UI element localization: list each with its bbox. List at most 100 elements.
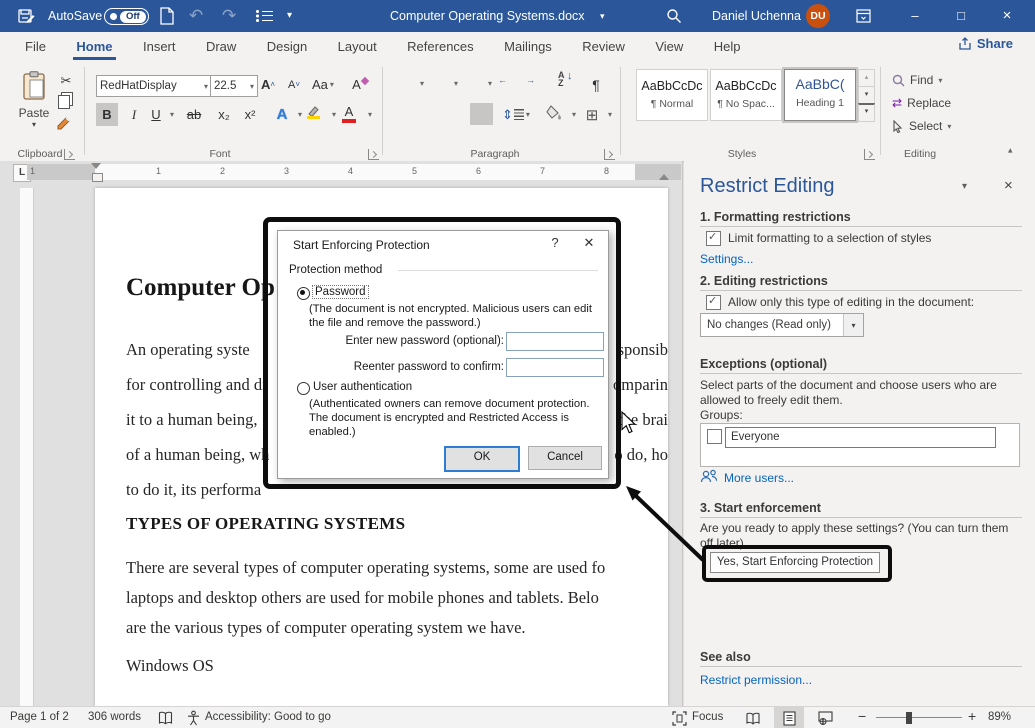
paragraph-dialog-launcher-icon[interactable]	[604, 149, 615, 160]
share-button[interactable]: Share	[958, 36, 1013, 51]
cancel-button[interactable]: Cancel	[528, 446, 602, 470]
zoom-slider-thumb[interactable]	[906, 712, 912, 724]
title-chevron-icon[interactable]: ▾	[600, 0, 605, 32]
highlight-chevron-icon[interactable]: ▾	[324, 103, 344, 126]
tab-design[interactable]: Design	[254, 32, 320, 60]
ribbon-display-options-icon[interactable]	[856, 9, 871, 23]
search-icon[interactable]	[666, 8, 682, 24]
new-document-icon[interactable]	[160, 7, 174, 25]
allow-editing-checkbox[interactable]	[706, 295, 721, 310]
focus-label[interactable]: Focus	[692, 711, 723, 723]
superscript-button[interactable]: x²	[240, 103, 260, 126]
close-button[interactable]: ×	[990, 0, 1024, 32]
user-authentication-radio[interactable]	[297, 382, 310, 395]
collapse-ribbon-icon[interactable]: ▾	[1008, 145, 1013, 156]
dropdown-chevron-icon[interactable]: ▾	[843, 314, 863, 336]
tab-layout[interactable]: Layout	[325, 32, 390, 60]
subscript-button[interactable]: x₂	[214, 103, 234, 126]
borders-chevron-icon[interactable]: ▾	[600, 103, 620, 126]
word-count[interactable]: 306 words	[88, 711, 141, 723]
hanging-indent-marker[interactable]	[92, 173, 103, 182]
vertical-ruler[interactable]	[20, 188, 34, 706]
tab-help[interactable]: Help	[701, 32, 754, 60]
tab-view[interactable]: View	[642, 32, 696, 60]
user-name[interactable]: Daniel Uchenna	[712, 9, 801, 23]
shading-button[interactable]	[546, 105, 562, 120]
clipboard-dialog-launcher-icon[interactable]	[64, 149, 75, 160]
font-color-chevron-icon[interactable]: ▾	[360, 103, 380, 126]
save-icon[interactable]	[18, 0, 35, 32]
styles-dialog-launcher-icon[interactable]	[864, 149, 875, 160]
zoom-in-button[interactable]: +	[968, 708, 976, 724]
minimize-button[interactable]: –	[898, 0, 932, 32]
pane-menu-chevron-icon[interactable]: ▾	[962, 181, 967, 192]
avatar[interactable]: DU	[806, 4, 830, 28]
pane-close-icon[interactable]: ×	[1004, 177, 1013, 194]
allow-editing-row[interactable]: Allow only this type of editing in the d…	[706, 295, 1021, 310]
tab-references[interactable]: References	[394, 32, 486, 60]
cut-icon[interactable]: ✂	[56, 69, 76, 92]
highlight-color-button[interactable]	[306, 105, 321, 119]
editing-type-dropdown[interactable]: No changes (Read only) ▾	[700, 313, 864, 337]
more-users-link[interactable]: More users...	[724, 471, 794, 485]
right-indent-marker[interactable]	[659, 169, 669, 180]
accessibility-status[interactable]: Accessibility: Good to go	[205, 711, 331, 723]
tab-insert[interactable]: Insert	[130, 32, 189, 60]
password-radio[interactable]	[297, 287, 310, 300]
borders-button[interactable]: ⊞	[582, 103, 602, 126]
styles-scroll-down-icon[interactable]: ▾	[858, 86, 875, 104]
groups-listbox[interactable]: Everyone	[700, 423, 1020, 467]
zoom-slider-track[interactable]	[876, 717, 962, 718]
proofing-icon[interactable]	[158, 711, 173, 725]
zoom-level[interactable]: 89%	[988, 711, 1011, 723]
web-layout-button[interactable]	[810, 707, 840, 728]
more-users-icon[interactable]	[700, 469, 718, 484]
styles-gallery-more-icon[interactable]: ▾	[858, 103, 875, 122]
shading-chevron-icon[interactable]: ▾	[564, 103, 584, 126]
font-name-combo[interactable]: RedHatDisplay▾	[96, 75, 212, 97]
dialog-help-button[interactable]: ?	[540, 231, 570, 255]
find-button[interactable]: Find ▾	[892, 73, 942, 87]
show-marks-button[interactable]: ¶	[586, 73, 606, 96]
settings-link[interactable]: Settings...	[700, 252, 753, 266]
replace-button[interactable]: ⇄ Replace	[892, 96, 951, 110]
maximize-button[interactable]: □	[944, 0, 978, 32]
style-heading1[interactable]: AaBbC( Heading 1	[784, 69, 856, 121]
bullets-chevron-icon[interactable]: ▾	[412, 72, 432, 95]
numbering-chevron-icon[interactable]: ▾	[446, 72, 466, 95]
restrict-permission-link[interactable]: Restrict permission...	[700, 673, 812, 687]
italic-button[interactable]: I	[124, 103, 144, 126]
justify-button[interactable]	[470, 103, 493, 125]
tab-review[interactable]: Review	[569, 32, 638, 60]
page-indicator[interactable]: Page 1 of 2	[10, 711, 69, 723]
accessibility-icon[interactable]	[186, 710, 201, 726]
clear-formatting-button[interactable]: A	[350, 73, 370, 96]
limit-formatting-checkbox[interactable]	[706, 231, 721, 246]
line-spacing-button[interactable]: ⇕▾	[502, 103, 530, 126]
everyone-item[interactable]: Everyone	[725, 427, 996, 448]
dialog-close-button[interactable]: ✕	[574, 231, 604, 255]
password-radio-label[interactable]: Password	[313, 286, 368, 298]
tab-draw[interactable]: Draw	[193, 32, 249, 60]
font-color-button[interactable]: A	[342, 103, 356, 123]
font-dialog-launcher-icon[interactable]	[368, 149, 379, 160]
multilevel-chevron-icon[interactable]: ▾	[480, 72, 500, 95]
styles-scroll-up-icon[interactable]: ▴	[858, 69, 875, 87]
user-authentication-label[interactable]: User authentication	[313, 381, 412, 393]
tab-mailings[interactable]: Mailings	[491, 32, 565, 60]
change-case-button[interactable]: Aa▾	[312, 73, 334, 96]
reenter-password-input[interactable]	[506, 358, 604, 377]
bullet-list-icon[interactable]	[256, 10, 273, 22]
qat-customize-chevron-icon[interactable]: ▾	[287, 0, 292, 32]
bold-button[interactable]: B	[96, 103, 118, 126]
format-painter-icon[interactable]	[56, 116, 72, 132]
text-effects-button[interactable]: A	[272, 103, 292, 126]
print-layout-button[interactable]	[774, 707, 804, 728]
strikethrough-button[interactable]: ab	[184, 103, 204, 126]
redo-icon[interactable]: ↷	[222, 0, 236, 32]
zoom-out-button[interactable]: −	[858, 708, 866, 724]
horizontal-ruler[interactable]: 1 1 2 3 4 5 6 7 8	[27, 164, 681, 180]
shrink-font-button[interactable]: A˅	[284, 73, 304, 96]
undo-icon[interactable]: ↶	[189, 0, 203, 32]
ok-button[interactable]: OK	[444, 446, 520, 472]
